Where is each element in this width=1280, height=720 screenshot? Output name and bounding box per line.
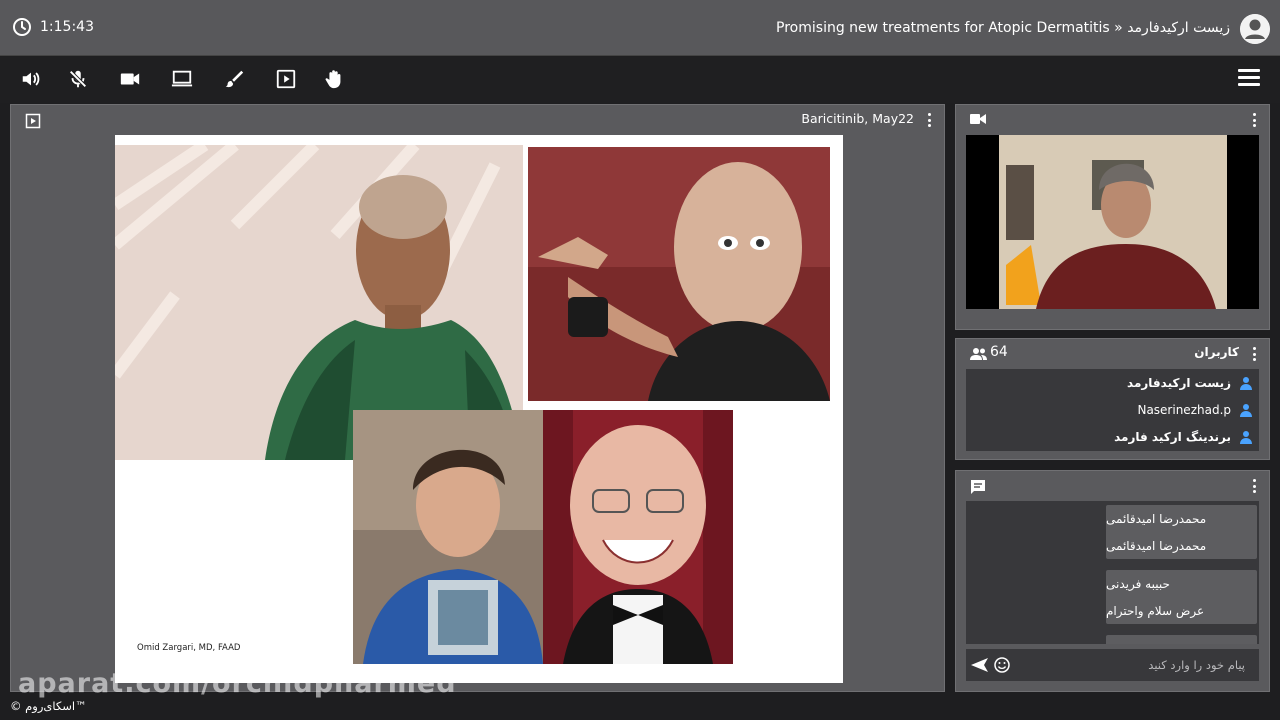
app-window: 1:15:43 Promising new treatments for Ato… (0, 0, 1280, 720)
video-camera-icon (970, 114, 986, 124)
user-list: زیست ارکیدفارمد Naserinezhad.p برندینگ ا… (966, 369, 1259, 451)
users-options-icon[interactable] (1252, 347, 1256, 361)
brush-icon[interactable] (220, 65, 248, 93)
brand-label: © اسکای‌روم™ (10, 699, 87, 713)
chat-input[interactable]: پیام خود را وارد کنید (1148, 658, 1245, 672)
user-name: برندینگ ارکید فارمد (1114, 429, 1231, 444)
chat-sender: حبیبه فریدنی (1106, 576, 1170, 591)
slide-photo-3 (353, 410, 543, 664)
menu-icon[interactable] (1238, 69, 1260, 89)
user-count: 64 (990, 344, 1008, 360)
send-icon[interactable] (970, 657, 988, 673)
slide: Omid Zargari, MD, FAAD (115, 135, 843, 683)
camera-icon[interactable] (116, 65, 144, 93)
raise-hand-icon[interactable] (320, 65, 348, 93)
toolbar (0, 57, 1280, 103)
presentation-panel: Baricitinib, May22 Omid Zargari, MD, FAA… (10, 104, 945, 692)
clock-icon (13, 18, 31, 36)
user-icon (1240, 376, 1252, 390)
slide-photo-2 (528, 147, 830, 401)
webcam-feed (966, 135, 1259, 309)
chat-message: حبیبه فریدنی عرض سلام واحترام (1106, 570, 1257, 624)
video-panel (955, 104, 1270, 330)
chat-sender: محمدرضا امیدقائمی (1106, 511, 1207, 526)
user-list-item[interactable]: Naserinezhad.p (966, 396, 1259, 423)
user-name: Naserinezhad.p (1137, 402, 1231, 417)
chat-options-icon[interactable] (1252, 479, 1256, 493)
presentation-options-icon[interactable] (927, 113, 931, 127)
users-panel: 64 کاربران زیست ارکیدفارمد Naserinezhad.… (955, 338, 1270, 460)
session-timer: 1:15:43 (12, 17, 94, 37)
mic-off-icon[interactable] (64, 65, 92, 93)
presentation-icon[interactable] (272, 65, 300, 93)
watermark: aparat.com/orchidpharmed (18, 668, 457, 699)
presentation-title: Baricitinib, May22 (801, 111, 914, 126)
chat-icon (971, 480, 985, 494)
speaker-icon[interactable] (17, 65, 45, 93)
user-name: زیست ارکیدفارمد (1127, 375, 1231, 390)
chat-message: محمدرضا امیدقائمی محمدرضا امیدقائمی (1106, 505, 1257, 559)
chat-message-partial (1106, 635, 1257, 644)
title-bar: 1:15:43 Promising new treatments for Ato… (0, 0, 1280, 56)
presentation-panel-icon (25, 113, 41, 129)
chat-text: محمدرضا امیدقائمی (1106, 538, 1207, 553)
user-list-item[interactable]: زیست ارکیدفارمد (966, 369, 1259, 396)
session-title: Promising new treatments for Atopic Derm… (776, 20, 1230, 36)
chat-text: عرض سلام واحترام (1106, 603, 1205, 618)
users-icon (970, 348, 987, 360)
slide-photo-4 (543, 410, 733, 664)
screen-share-icon[interactable] (168, 65, 196, 93)
users-panel-label: کاربران (1194, 345, 1239, 359)
account-avatar-icon[interactable] (1240, 14, 1270, 44)
user-icon (1240, 430, 1252, 444)
emoji-icon[interactable] (994, 657, 1010, 673)
chat-input-bar: پیام خود را وارد کنید (966, 649, 1259, 681)
chat-messages: محمدرضا امیدقائمی محمدرضا امیدقائمی حبیب… (966, 501, 1259, 644)
chat-panel: محمدرضا امیدقائمی محمدرضا امیدقائمی حبیب… (955, 470, 1270, 692)
slide-author: Omid Zargari, MD, FAAD (137, 643, 241, 653)
video-options-icon[interactable] (1252, 113, 1256, 127)
elapsed-time: 1:15:43 (40, 19, 94, 35)
user-list-item[interactable]: برندینگ ارکید فارمد (966, 423, 1259, 450)
user-icon (1240, 403, 1252, 417)
